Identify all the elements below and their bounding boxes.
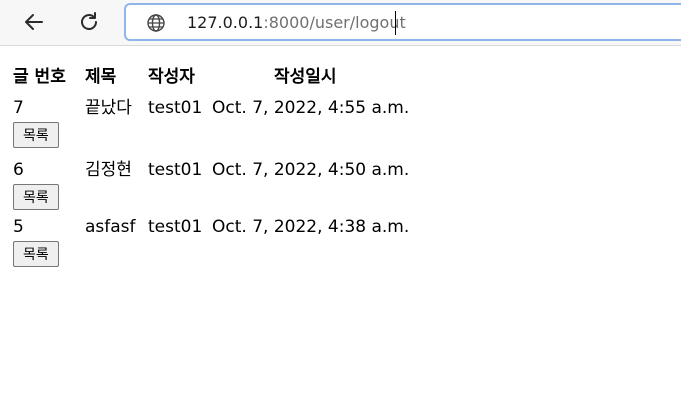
header-date: 작성일시: [274, 67, 337, 87]
post-author: test01: [148, 160, 203, 180]
post-author: test01: [148, 217, 203, 237]
table-header-row: 글 번호 제목 작성자 작성일시: [13, 56, 494, 91]
list-button[interactable]: 목록: [13, 241, 59, 267]
post-author: test01: [148, 98, 203, 118]
post-list: 글 번호 제목 작성자 작성일시 7 끝났다 test01 Oct. 7, 20…: [13, 56, 673, 272]
button-row: 목록: [13, 118, 494, 153]
post-number: 6: [13, 160, 24, 180]
table-row: 5 asfasf test01 Oct. 7, 2022, 4:38 a.m.: [13, 215, 494, 237]
post-date: Oct. 7, 2022, 4:38 a.m.: [212, 217, 410, 237]
list-button[interactable]: 목록: [13, 122, 59, 148]
back-button[interactable]: [18, 6, 50, 38]
url-path: :8000/user/logout: [263, 13, 406, 32]
header-post-number: 글 번호: [13, 67, 66, 87]
post-date: Oct. 7, 2022, 4:50 a.m.: [212, 160, 410, 180]
post-table: 글 번호 제목 작성자 작성일시 7 끝났다 test01 Oct. 7, 20…: [13, 56, 494, 272]
header-author: 작성자: [148, 67, 195, 87]
list-button[interactable]: 목록: [13, 184, 59, 210]
table-row: 6 김정현 test01 Oct. 7, 2022, 4:50 a.m.: [13, 153, 494, 180]
url-host: 127.0.0.1: [187, 13, 264, 32]
reload-button[interactable]: [73, 6, 105, 38]
button-row: 목록: [13, 180, 494, 215]
post-number: 7: [13, 98, 24, 118]
post-date: Oct. 7, 2022, 4:55 a.m.: [212, 98, 410, 118]
url-text[interactable]: 127.0.0.1:8000/user/logout: [187, 13, 406, 33]
reload-icon: [81, 12, 97, 30]
button-row: 목록: [13, 237, 494, 272]
browser-toolbar: 127.0.0.1:8000/user/logout: [0, 0, 681, 46]
post-title: asfasf: [85, 217, 136, 237]
header-title: 제목: [85, 67, 117, 87]
back-arrow-icon: [25, 14, 43, 30]
address-bar[interactable]: 127.0.0.1:8000/user/logout: [124, 3, 681, 41]
post-title: 김정현: [85, 160, 132, 180]
globe-icon: [147, 14, 165, 32]
table-row: 7 끝났다 test01 Oct. 7, 2022, 4:55 a.m.: [13, 91, 494, 118]
text-caret: [395, 11, 396, 35]
post-number: 5: [13, 217, 24, 237]
post-title: 끝났다: [85, 98, 132, 118]
